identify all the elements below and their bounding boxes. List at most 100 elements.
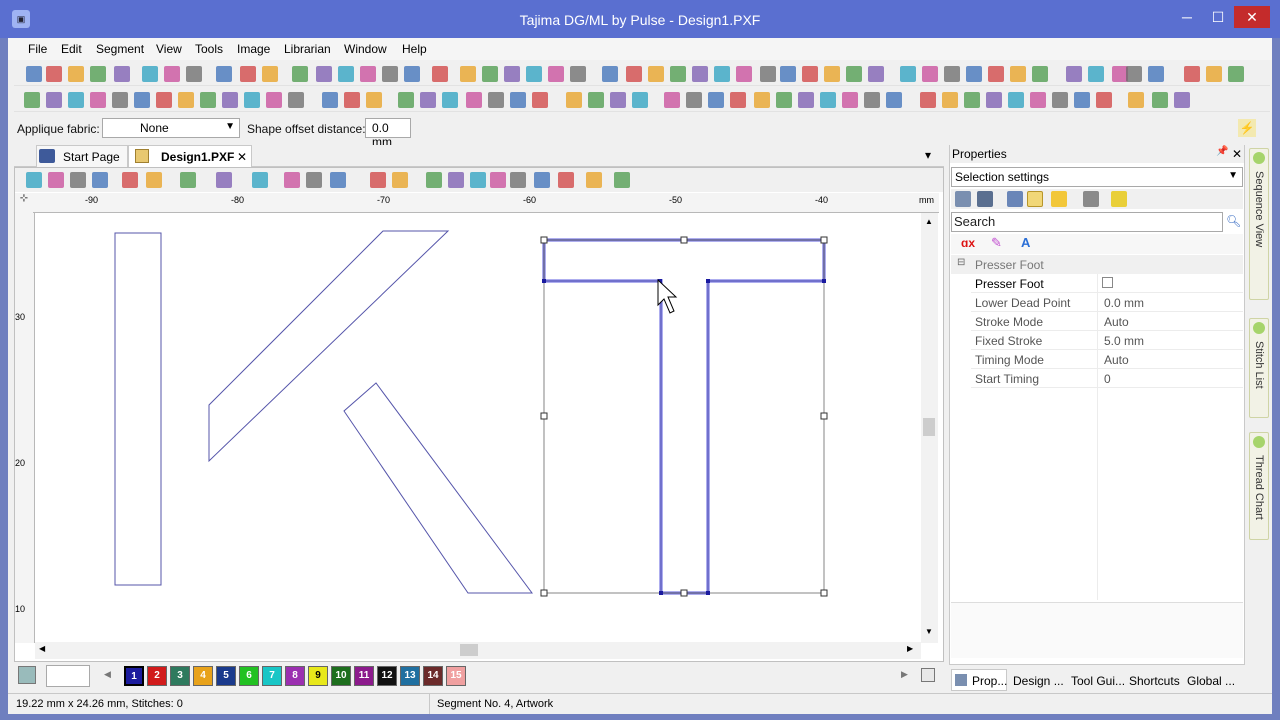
thread-color-swatch[interactable]: 9 bbox=[308, 666, 328, 686]
thread-color-swatch[interactable]: 14 bbox=[423, 666, 443, 686]
palette-scroll-left-icon[interactable]: ◀ bbox=[104, 669, 111, 680]
toolbar-tool-icon[interactable] bbox=[344, 92, 360, 108]
toolbar-tool-icon[interactable] bbox=[90, 66, 106, 82]
canvas-tool-icon[interactable] bbox=[146, 172, 162, 188]
vertical-scroll-thumb[interactable] bbox=[923, 418, 935, 436]
toolbar-tool-icon[interactable] bbox=[802, 66, 818, 82]
canvas-tool-icon[interactable] bbox=[426, 172, 442, 188]
tab-sequence-view[interactable]: Sequence View bbox=[1249, 148, 1269, 300]
toolbar-tool-icon[interactable] bbox=[754, 92, 770, 108]
node-points[interactable] bbox=[542, 279, 826, 595]
letter-t-outline[interactable] bbox=[543, 239, 825, 594]
collapse-group-icon[interactable]: ⊟ bbox=[957, 257, 965, 268]
menu-segment[interactable]: Segment bbox=[96, 42, 144, 56]
toolbar-tool-icon[interactable] bbox=[164, 66, 180, 82]
canvas-tool-icon[interactable] bbox=[48, 172, 64, 188]
toolbar-tool-icon[interactable] bbox=[134, 92, 150, 108]
toolbar-tool-icon[interactable] bbox=[460, 66, 476, 82]
toolbar-tool-icon[interactable] bbox=[532, 92, 548, 108]
toolbar-tool-icon[interactable] bbox=[798, 92, 814, 108]
toolbar-tool-icon[interactable] bbox=[360, 66, 376, 82]
toolbar-tool-icon[interactable] bbox=[820, 92, 836, 108]
toolbar-tool-icon[interactable] bbox=[482, 66, 498, 82]
toolbar-tool-icon[interactable] bbox=[944, 66, 960, 82]
toolbar-tool-icon[interactable] bbox=[46, 66, 62, 82]
menu-help[interactable]: Help bbox=[402, 42, 427, 56]
toolbar-tool-icon[interactable] bbox=[686, 92, 702, 108]
toolbar-tool-icon[interactable] bbox=[322, 92, 338, 108]
canvas-tool-icon[interactable] bbox=[534, 172, 550, 188]
expand-all-icon[interactable] bbox=[1027, 191, 1043, 207]
toolbar-tool-icon[interactable] bbox=[432, 66, 448, 82]
toolbar-tool-icon[interactable] bbox=[338, 66, 354, 82]
menu-file[interactable]: File bbox=[28, 42, 47, 56]
thread-color-swatch[interactable]: 15 bbox=[446, 666, 466, 686]
canvas-tool-icon[interactable] bbox=[252, 172, 268, 188]
artwork-svg[interactable] bbox=[35, 213, 923, 643]
canvas-tool-icon[interactable] bbox=[558, 172, 574, 188]
thread-color-swatch[interactable]: 6 bbox=[239, 666, 259, 686]
toolbar-tool-icon[interactable] bbox=[1152, 92, 1168, 108]
toolbar-tool-icon[interactable] bbox=[920, 92, 936, 108]
thread-color-swatch[interactable]: 4 bbox=[193, 666, 213, 686]
pen-properties-tab-icon[interactable]: ✎ bbox=[991, 235, 1002, 251]
search-icon[interactable]: 🔍︎ bbox=[1226, 214, 1241, 228]
menu-image[interactable]: Image bbox=[237, 42, 270, 56]
toolbar-tool-icon[interactable] bbox=[288, 92, 304, 108]
toolbar-tool-icon[interactable] bbox=[648, 66, 664, 82]
categorized-view-icon[interactable] bbox=[955, 191, 971, 207]
toolbar-tool-icon[interactable] bbox=[156, 92, 172, 108]
toolbar-tool-icon[interactable] bbox=[240, 66, 256, 82]
tab-tool-guide[interactable]: Tool Gui... bbox=[1071, 674, 1125, 688]
toolbar-tool-icon[interactable] bbox=[964, 92, 980, 108]
menu-view[interactable]: View bbox=[156, 42, 182, 56]
toolbar-tool-icon[interactable] bbox=[1128, 92, 1144, 108]
tab-stitch-list[interactable]: Stitch List bbox=[1249, 318, 1269, 418]
scroll-down-icon[interactable]: ▼ bbox=[925, 627, 933, 636]
toolbar-tool-icon[interactable] bbox=[824, 66, 840, 82]
menu-edit[interactable]: Edit bbox=[61, 42, 82, 56]
toolbar-tool-icon[interactable] bbox=[1126, 66, 1142, 82]
canvas-tool-icon[interactable] bbox=[306, 172, 322, 188]
canvas-tool-icon[interactable] bbox=[180, 172, 196, 188]
thread-color-swatch[interactable]: 11 bbox=[354, 666, 374, 686]
menu-tools[interactable]: Tools bbox=[195, 42, 223, 56]
toolbar-tool-icon[interactable] bbox=[24, 92, 40, 108]
toolbar-tool-icon[interactable] bbox=[442, 92, 458, 108]
property-search-input[interactable]: Search bbox=[951, 212, 1223, 232]
toolbar-tool-icon[interactable] bbox=[186, 66, 202, 82]
horizontal-scrollbar[interactable]: ◀ ▶ bbox=[35, 642, 921, 659]
property-value[interactable]: 0.0 mm bbox=[1104, 296, 1144, 310]
tab-properties[interactable]: Prop... bbox=[951, 669, 1007, 691]
toolbar-tool-icon[interactable] bbox=[26, 66, 42, 82]
toolbar-tool-icon[interactable] bbox=[222, 92, 238, 108]
scroll-left-icon[interactable]: ◀ bbox=[39, 644, 45, 653]
toolbar-tool-icon[interactable] bbox=[1096, 92, 1112, 108]
selection-handles[interactable] bbox=[540, 236, 828, 597]
toolbar-tool-icon[interactable] bbox=[510, 92, 526, 108]
menu-window[interactable]: Window bbox=[344, 42, 387, 56]
toolbar-tool-icon[interactable] bbox=[142, 66, 158, 82]
property-row[interactable]: Lower Dead Point 0.0 mm bbox=[971, 293, 1243, 312]
close-button[interactable]: ✕ bbox=[1234, 6, 1270, 28]
property-value[interactable]: 5.0 mm bbox=[1104, 334, 1144, 348]
presser-foot-checkbox[interactable] bbox=[1102, 277, 1113, 288]
toolbar-tool-icon[interactable] bbox=[632, 92, 648, 108]
canvas-tool-icon[interactable] bbox=[586, 172, 602, 188]
minimize-button[interactable]: ─ bbox=[1172, 6, 1202, 28]
reset-properties-icon[interactable] bbox=[1083, 191, 1099, 207]
toolbar-tool-icon[interactable] bbox=[114, 66, 130, 82]
palette-view-icon[interactable] bbox=[921, 668, 935, 682]
property-value[interactable]: 0 bbox=[1104, 372, 1111, 386]
menu-librarian[interactable]: Librarian bbox=[284, 42, 331, 56]
toolbar-tool-icon[interactable] bbox=[526, 66, 542, 82]
favorites-star-icon[interactable] bbox=[1051, 191, 1067, 207]
thread-color-swatch[interactable]: 1 bbox=[124, 666, 144, 686]
toolbar-tool-icon[interactable] bbox=[780, 66, 796, 82]
toolbar-tool-icon[interactable] bbox=[216, 66, 232, 82]
pin-icon[interactable]: 📌 bbox=[1216, 146, 1228, 157]
scroll-right-icon[interactable]: ▶ bbox=[907, 644, 913, 653]
properties-close-icon[interactable]: ✕ bbox=[1232, 147, 1242, 161]
toolbar-tool-icon[interactable] bbox=[398, 92, 414, 108]
canvas-tool-icon[interactable] bbox=[330, 172, 346, 188]
